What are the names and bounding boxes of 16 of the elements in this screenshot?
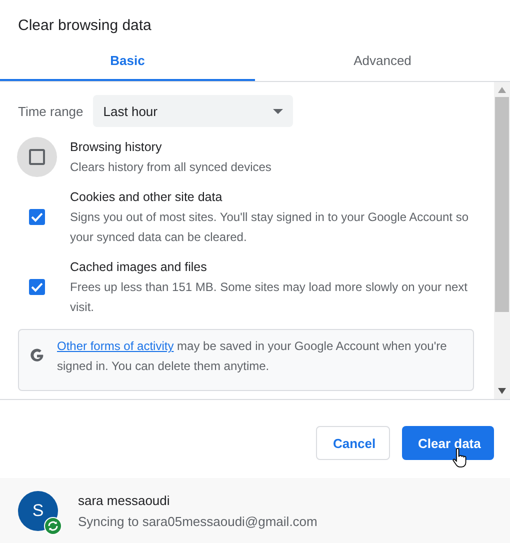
sync-status: Syncing to sara05messaoudi@gmail.com xyxy=(78,514,318,528)
option-description: Frees up less than 151 MB. Some sites may load more slowly on your next visit. xyxy=(70,279,469,316)
option-title: Cookies and other site data xyxy=(70,189,224,206)
cancel-button[interactable]: Cancel xyxy=(316,426,390,460)
option-title: Cached images and files xyxy=(70,259,208,276)
notice-text: Other forms of activity may be saved in your Google Account when you're signed in. You can delete them anytime. xyxy=(57,338,448,375)
option-description: Clears history from all synced devices xyxy=(70,159,272,176)
time-range-label: Time range xyxy=(18,104,84,118)
dialog-title: Clear browsing data xyxy=(17,16,152,36)
option-title: Browsing history xyxy=(70,139,163,156)
time-range-dropdown[interactable]: Last hour xyxy=(93,95,294,127)
account-name: sara messaoudi xyxy=(78,492,171,508)
option-description: Signs you out of most sites. You'll stay signed in to your Google Account so your synced data can be cleared. xyxy=(70,209,470,246)
tab[interactable]: Advanced xyxy=(255,42,510,81)
activity-link[interactable]: Other forms of activity xyxy=(57,339,174,353)
tab[interactable]: Basic xyxy=(0,42,255,81)
